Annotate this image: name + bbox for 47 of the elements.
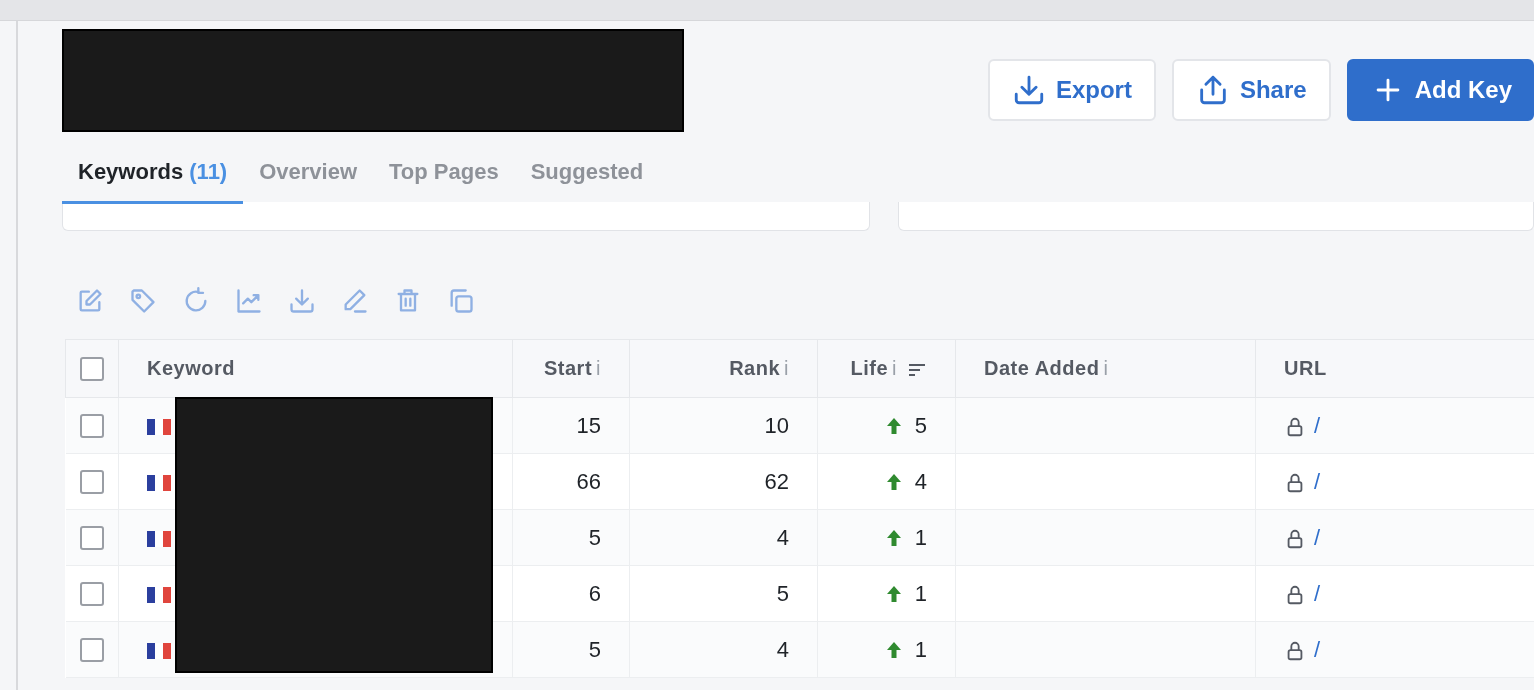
tab[interactable]: Suggested xyxy=(514,149,660,204)
tab[interactable]: Overview xyxy=(243,149,374,204)
flag-icon xyxy=(147,642,171,659)
select-all-checkbox[interactable] xyxy=(80,356,104,381)
table-cell: 1 xyxy=(914,580,927,607)
table-cell: 15 xyxy=(576,412,601,438)
column-header: Date Added i xyxy=(984,357,1109,379)
sort-icon[interactable] xyxy=(907,361,927,378)
table-cell: 5 xyxy=(776,580,789,606)
row-checkbox[interactable] xyxy=(79,469,104,494)
table-cell: 4 xyxy=(914,468,927,495)
table-cell: 5 xyxy=(588,524,601,550)
tag-icon[interactable] xyxy=(129,287,157,315)
url-link[interactable]: / xyxy=(1314,580,1321,606)
row-checkbox[interactable] xyxy=(79,581,104,606)
flag-icon xyxy=(147,418,171,435)
table-cell: 6 xyxy=(588,580,601,606)
add-button[interactable]: Add Key xyxy=(1346,59,1534,121)
table-cell: 1 xyxy=(914,636,927,663)
row-checkbox[interactable] xyxy=(79,413,104,438)
column-header: Keyword xyxy=(147,357,235,379)
column-header: Start i xyxy=(543,357,601,379)
table-cell: 62 xyxy=(764,468,789,494)
share-button[interactable]: Share xyxy=(1171,59,1331,121)
tab[interactable]: Top Pages xyxy=(373,149,515,204)
table-cell: 5 xyxy=(588,636,601,662)
trend-chart-icon[interactable] xyxy=(235,287,263,315)
table-cell: 1 xyxy=(914,524,927,551)
table-cell: 10 xyxy=(764,412,789,438)
url-link[interactable]: / xyxy=(1314,468,1321,494)
table-cell: 66 xyxy=(576,468,601,494)
table-cell: 5 xyxy=(914,412,927,439)
column-header: URL xyxy=(1284,357,1327,379)
flag-icon xyxy=(147,586,171,603)
row-checkbox[interactable] xyxy=(79,525,104,550)
table-cell: 4 xyxy=(776,524,789,550)
flag-icon xyxy=(147,474,171,491)
row-checkbox[interactable] xyxy=(79,637,104,662)
url-link[interactable]: / xyxy=(1314,524,1321,550)
column-header: Rank i xyxy=(729,357,789,379)
url-link[interactable]: / xyxy=(1314,636,1321,662)
export-button[interactable]: Export xyxy=(987,59,1156,121)
flag-icon xyxy=(147,530,171,547)
download-icon[interactable] xyxy=(288,287,316,315)
column-header: Life i xyxy=(850,357,897,379)
url-link[interactable]: / xyxy=(1314,412,1321,438)
table-cell: 4 xyxy=(776,636,789,662)
